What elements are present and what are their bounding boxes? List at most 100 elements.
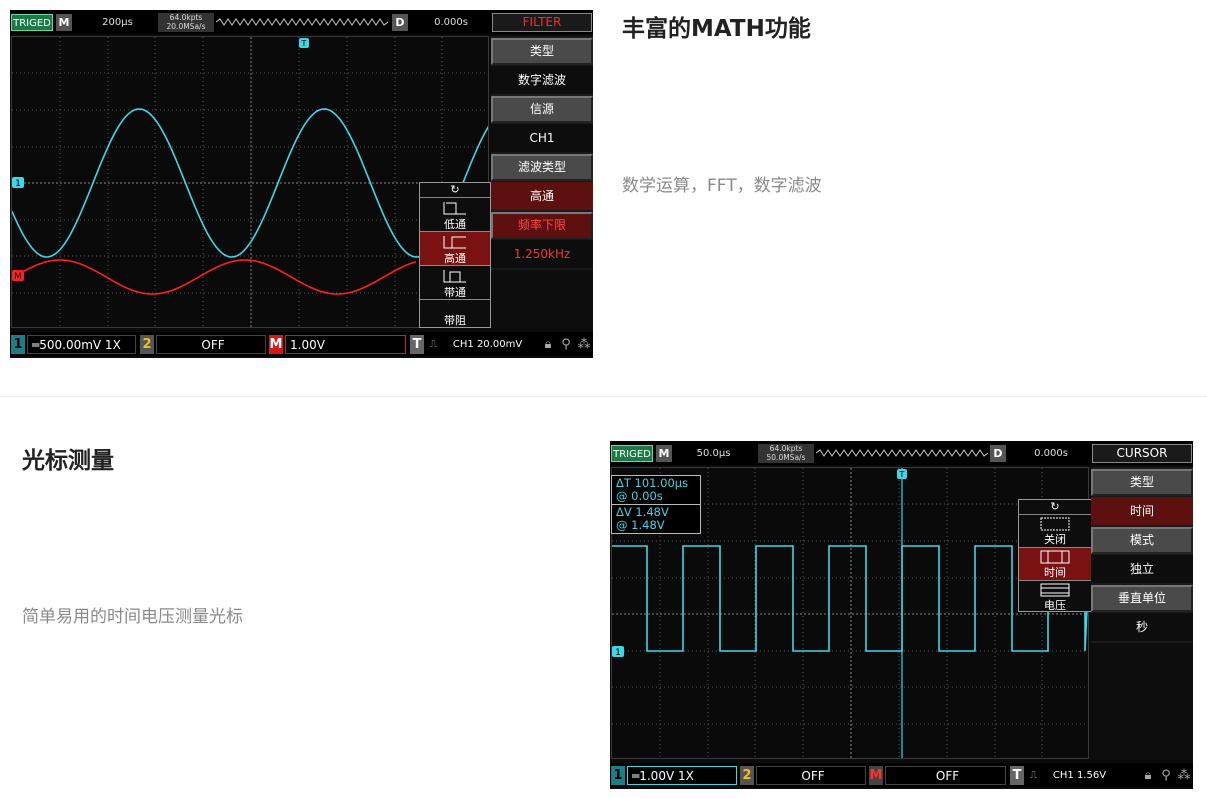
math-scale-field[interactable]: 1.00V — [285, 335, 406, 354]
menu-type-header[interactable]: 类型 — [491, 38, 593, 65]
cursor-type-popup: ↻ 关闭 时间 电压 — [1018, 499, 1092, 612]
delay-badge[interactable]: D — [392, 14, 408, 31]
filter-side-menu: 类型 数字滤波 信源 CH1 滤波类型 高通 频率下限 1.250kHz — [491, 36, 593, 328]
sample-rate: 20.0MSa/s — [166, 22, 206, 31]
svg-text:T: T — [899, 470, 905, 479]
menu-freq-lower-header[interactable]: 频率下限 — [491, 212, 593, 239]
math-state-field[interactable]: OFF — [885, 766, 1006, 785]
bandpass-icon — [443, 270, 466, 283]
ch1-scale-field[interactable]: ═1.00V 1X — [627, 766, 737, 785]
trigger-position-marker[interactable]: T — [897, 469, 907, 479]
menu-type-value[interactable]: 数字滤波 — [491, 66, 593, 94]
menu-mode-header[interactable]: 模式 — [1091, 527, 1193, 554]
cursor-voltage-icon — [1040, 583, 1070, 597]
ch1-badge[interactable]: 1 — [11, 335, 25, 354]
filter-option-label: 高通 — [444, 252, 466, 265]
cursor-option-label: 电压 — [1044, 599, 1066, 612]
menu-type-value[interactable]: 时间 — [1091, 497, 1193, 525]
rising-edge-icon: ⎍ — [1030, 770, 1037, 781]
trigger-info-field[interactable]: ⎍ CH1 20.00mV — [426, 335, 538, 354]
memory-depth-box: 64.0kpts 50.0MSa/s — [758, 444, 814, 463]
math-channel-badge[interactable]: M — [869, 766, 883, 785]
delay-badge[interactable]: D — [990, 445, 1006, 462]
menu-mode-value[interactable]: 独立 — [1091, 555, 1193, 583]
network-icon: ⁂ — [1177, 768, 1191, 783]
cursor-option-label: 关闭 — [1044, 533, 1066, 546]
popup-refresh-icon: ↻ — [1050, 500, 1060, 513]
trigger-info-text: CH1 1.56V — [1052, 770, 1107, 781]
filter-option-bandpass[interactable]: 带通 — [420, 265, 490, 299]
at-t-value: @ 0.00s — [616, 489, 663, 503]
filter-option-bandstop[interactable]: 带阻 — [420, 299, 490, 329]
menu-title-filter: FILTER — [492, 13, 592, 32]
filter-option-label: 带阻 — [444, 314, 466, 327]
menu-filter-type-value[interactable]: 高通 — [491, 182, 593, 210]
ch2-badge[interactable]: 2 — [140, 335, 154, 354]
cursor-option-time[interactable]: 时间 — [1019, 547, 1091, 580]
scope-screenshot-cursor: TRIGED M 50.0μs 64.0kpts 50.0MSa/s D 0.0… — [610, 441, 1193, 789]
highpass-icon — [443, 236, 466, 249]
trigger-position-indicator — [216, 18, 388, 26]
sample-rate: 50.0MSa/s — [766, 453, 806, 462]
ch1-ground-marker[interactable]: 1 — [12, 177, 24, 189]
section-title-math: 丰富的MATH功能 — [622, 16, 811, 42]
menu-source-value[interactable]: CH1 — [491, 124, 593, 152]
trigger-delay-readout: 0.000s — [1034, 448, 1068, 459]
section-divider — [0, 396, 1207, 397]
trigger-position-marker[interactable]: T — [299, 38, 309, 48]
menu-empty-slot — [491, 270, 593, 328]
ch1-scale-text: 500.00mV 1X — [39, 338, 121, 352]
section-title-cursor: 光标测量 — [22, 448, 114, 474]
cursor-option-voltage[interactable]: 电压 — [1019, 580, 1091, 613]
cursor-option-off[interactable]: 关闭 — [1019, 514, 1091, 547]
scope-bottom-bar: 1 ═500.00mV 1X 2 OFF M 1.00V T ⎍ CH1 20.… — [10, 332, 593, 356]
ch1-badge[interactable]: 1 — [611, 766, 625, 785]
section-desc-cursor: 简单易用的时间电压测量光标 — [22, 607, 243, 627]
cursor-time-icon — [1040, 550, 1070, 564]
ch1-scale-text: 1.00V 1X — [639, 769, 694, 783]
usb-icon: ⚲ — [1161, 768, 1171, 783]
trigger-position-indicator — [816, 449, 988, 457]
menu-filter-type-header[interactable]: 滤波类型 — [491, 154, 593, 181]
lowpass-icon — [443, 202, 466, 215]
ch1-scale-field[interactable]: ═500.00mV 1X — [27, 335, 136, 354]
trigger-badge[interactable]: T — [410, 335, 424, 354]
menu-vunit-header[interactable]: 垂直单位 — [1091, 585, 1193, 612]
menu-type-header[interactable]: 类型 — [1091, 469, 1193, 496]
menu-vunit-value[interactable]: 秒 — [1091, 613, 1193, 641]
cursor-side-menu: 类型 时间 模式 独立 垂直单位 秒 — [1091, 467, 1193, 759]
math-ground-marker[interactable]: M — [12, 270, 24, 282]
math-badge[interactable]: M — [656, 445, 672, 462]
scope-screenshot-filter: TRIGED M 200μs 64.0kpts 20.0MSa/s D 0.00… — [10, 10, 593, 358]
trigger-status-badge: TRIGED — [11, 14, 53, 31]
filter-option-label: 低通 — [444, 218, 466, 231]
math-badge[interactable]: M — [56, 14, 72, 31]
trigger-info-text: CH1 20.00mV — [452, 339, 523, 350]
usb-icon: ⚲ — [561, 337, 571, 352]
ch2-state-field[interactable]: OFF — [156, 335, 266, 354]
timebase-readout: 50.0μs — [696, 448, 731, 459]
at-v-value: @ 1.48V — [616, 518, 665, 532]
cursor-voltage-readout: ΔV 1.48V @ 1.48V — [611, 504, 701, 534]
svg-text:1: 1 — [615, 648, 621, 658]
trigger-badge[interactable]: T — [1010, 766, 1024, 785]
cursor-time-readout: ΔT 101.00μs @ 0.00s — [611, 475, 701, 505]
ch2-state-field[interactable]: OFF — [756, 766, 866, 785]
menu-source-header[interactable]: 信源 — [491, 96, 593, 123]
network-icon: ⁂ — [577, 337, 591, 352]
math-channel-badge[interactable]: M — [269, 335, 283, 354]
graticule-center — [12, 37, 488, 327]
trigger-delay-readout: 0.000s — [434, 17, 468, 28]
ch1-ground-marker[interactable]: 1 — [612, 646, 624, 658]
waveform-canvas: 1 M T — [12, 37, 488, 327]
trigger-status-badge: TRIGED — [611, 445, 653, 462]
filter-option-highpass[interactable]: 高通 — [420, 231, 490, 265]
menu-empty-slot — [1091, 643, 1193, 759]
filter-option-lowpass[interactable]: 低通 — [420, 197, 490, 231]
ch2-badge[interactable]: 2 — [740, 766, 754, 785]
menu-freq-lower-value[interactable]: 1.250kHz — [491, 240, 593, 268]
math-waveform — [12, 259, 417, 295]
memory-depth-box: 64.0kpts 20.0MSa/s — [158, 13, 214, 32]
timebase-readout: 200μs — [102, 17, 133, 28]
trigger-info-field[interactable]: ⎍ CH1 1.56V — [1026, 766, 1138, 785]
